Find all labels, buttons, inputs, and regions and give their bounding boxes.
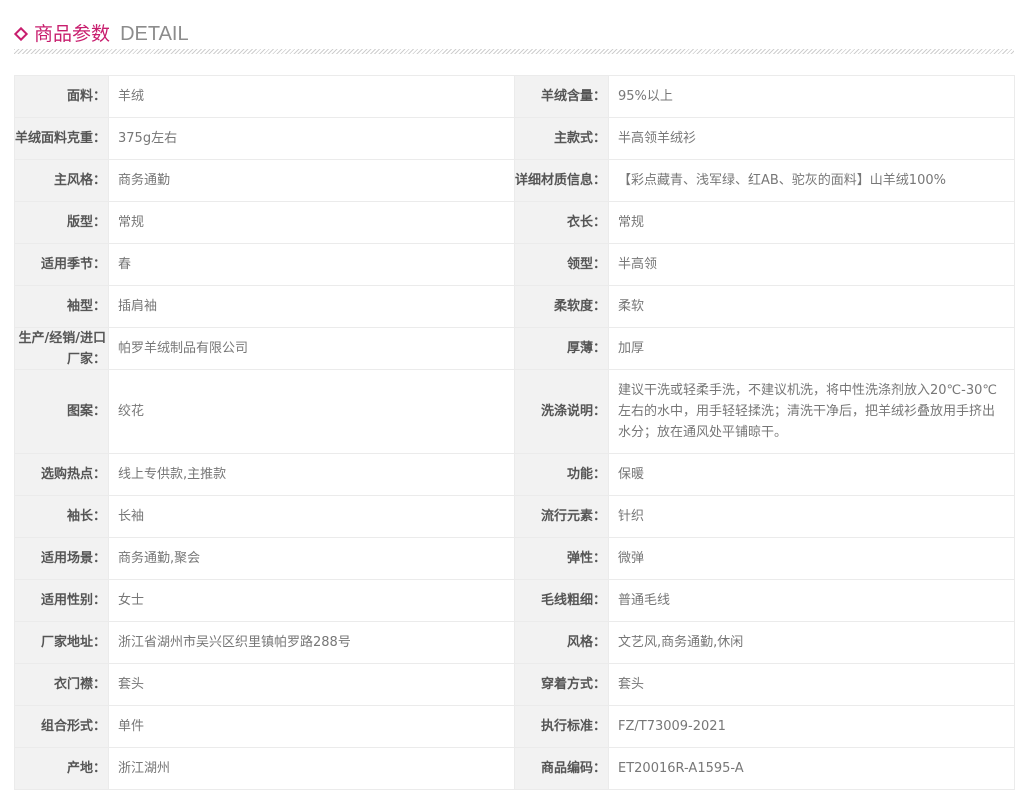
- param-value: 线上专供款,主推款: [109, 454, 515, 495]
- param-value: FZ/T73009-2021: [609, 706, 1015, 747]
- param-label: 穿着方式：: [515, 664, 609, 705]
- param-value: 微弹: [609, 538, 1015, 579]
- table-row: 适用性别： 女士 毛线粗细： 普通毛线: [15, 580, 1015, 622]
- param-value: 半高领羊绒衫: [609, 118, 1015, 159]
- param-value: 浙江省湖州市吴兴区织里镇帕罗路288号: [109, 622, 515, 663]
- table-row: 袖型： 插肩袖 柔软度： 柔软: [15, 286, 1015, 328]
- param-label: 衣长：: [515, 202, 609, 243]
- param-label: 袖型：: [15, 286, 109, 327]
- param-value: 套头: [109, 664, 515, 705]
- param-value: 保暖: [609, 454, 1015, 495]
- section-title: 商品参数 DETAIL: [34, 21, 189, 47]
- param-label: 主款式：: [515, 118, 609, 159]
- table-row: 主风格： 商务通勤 详细材质信息： 【彩点藏青、浅军绿、红AB、驼灰的面料】山羊绒10…: [15, 160, 1015, 202]
- param-label: 袖长：: [15, 496, 109, 537]
- table-row: 版型： 常规 衣长： 常规: [15, 202, 1015, 244]
- product-detail-section: 商品参数 DETAIL 面料： 羊绒 羊绒含量： 95%以上 羊绒面料克重： 375g左右…: [0, 0, 1026, 792]
- table-row: 适用场景： 商务通勤,聚会 弹性： 微弹: [15, 538, 1015, 580]
- table-row: 袖长： 长袖 流行元素： 针织: [15, 496, 1015, 538]
- param-value: 帕罗羊绒制品有限公司: [109, 328, 515, 369]
- param-label: 产地：: [15, 748, 109, 789]
- table-row: 面料： 羊绒 羊绒含量： 95%以上: [15, 76, 1015, 118]
- param-label: 毛线粗细：: [515, 580, 609, 621]
- param-label: 领型：: [515, 244, 609, 285]
- param-label: 厂家地址：: [15, 622, 109, 663]
- param-label: 主风格：: [15, 160, 109, 201]
- param-value: 加厚: [609, 328, 1015, 369]
- table-row: 适用季节：春领型： 半高领: [15, 244, 1015, 286]
- striped-divider: [14, 49, 1014, 54]
- param-value: 建议干洗或轻柔手洗，不建议机洗，将中性洗涤剂放入20℃-30℃左右的水中，用手轻…: [609, 370, 1015, 453]
- table-row: 组合形式： 单件 执行标准： FZ/T73009-2021: [15, 706, 1015, 748]
- param-label: 羊绒含量：: [515, 76, 609, 117]
- param-value: 常规: [109, 202, 515, 243]
- param-value: 套头: [609, 664, 1015, 705]
- table-row: 生产/经销/进口厂家： 帕罗羊绒制品有限公司 厚薄： 加厚: [15, 328, 1015, 370]
- param-label: 洗涤说明：: [515, 370, 609, 453]
- table-row: 羊绒面料克重： 375g左右 主款式： 半高领羊绒衫: [15, 118, 1015, 160]
- param-value: 普通毛线: [609, 580, 1015, 621]
- param-value: 【彩点藏青、浅军绿、红AB、驼灰的面料】山羊绒100%: [609, 160, 1015, 201]
- param-label: 风格：: [515, 622, 609, 663]
- table-row: 产地： 浙江湖州 商品编码： ET20016R-A1595-A: [15, 748, 1015, 790]
- param-label: 组合形式：: [15, 706, 109, 747]
- param-label: 厚薄：: [515, 328, 609, 369]
- table-row: 衣门襟： 套头 穿着方式： 套头: [15, 664, 1015, 706]
- param-value: 女士: [109, 580, 515, 621]
- param-label: 适用场景：: [15, 538, 109, 579]
- section-header: 商品参数 DETAIL: [13, 20, 1014, 50]
- param-label: 羊绒面料克重：: [15, 118, 109, 159]
- param-label: 衣门襟：: [15, 664, 109, 705]
- param-label: 功能：: [515, 454, 609, 495]
- param-label: 适用性别：: [15, 580, 109, 621]
- param-value: 半高领: [609, 244, 1015, 285]
- param-value: 羊绒: [109, 76, 515, 117]
- param-label: 面料：: [15, 76, 109, 117]
- param-value: 商务通勤,聚会: [109, 538, 515, 579]
- param-value: 绞花: [109, 370, 515, 453]
- param-label: 适用季节：: [15, 244, 109, 285]
- param-value: 商务通勤: [109, 160, 515, 201]
- diamond-icon: [13, 26, 29, 42]
- param-value: 95%以上: [609, 76, 1015, 117]
- param-value: 春: [109, 244, 515, 285]
- param-value: 浙江湖州: [109, 748, 515, 789]
- table-row: 厂家地址： 浙江省湖州市吴兴区织里镇帕罗路288号 风格： 文艺风,商务通勤,休闲: [15, 622, 1015, 664]
- param-label: 商品编码：: [515, 748, 609, 789]
- section-title-en: DETAIL: [120, 23, 189, 45]
- param-value: 插肩袖: [109, 286, 515, 327]
- param-value: 单件: [109, 706, 515, 747]
- param-value: 常规: [609, 202, 1015, 243]
- param-value: 375g左右: [109, 118, 515, 159]
- param-label: 版型：: [15, 202, 109, 243]
- param-value: 文艺风,商务通勤,休闲: [609, 622, 1015, 663]
- param-label: 流行元素：: [515, 496, 609, 537]
- section-title-cn: 商品参数: [34, 23, 111, 45]
- param-value: 柔软: [609, 286, 1015, 327]
- param-value: ET20016R-A1595-A: [609, 748, 1015, 789]
- params-table: 面料： 羊绒 羊绒含量： 95%以上 羊绒面料克重： 375g左右 主款式： 半高领羊绒衫 主风…: [14, 75, 1015, 790]
- param-label: 柔软度：: [515, 286, 609, 327]
- table-row: 图案： 绞花 洗涤说明： 建议干洗或轻柔手洗，不建议机洗，将中性洗涤剂放入20℃-30…: [15, 370, 1015, 454]
- param-value: 针织: [609, 496, 1015, 537]
- param-label: 弹性：: [515, 538, 609, 579]
- param-label: 选购热点：: [15, 454, 109, 495]
- param-label: 生产/经销/进口厂家：: [15, 328, 109, 369]
- table-row: 选购热点： 线上专供款,主推款 功能： 保暖: [15, 454, 1015, 496]
- param-label: 图案：: [15, 370, 109, 453]
- param-label: 执行标准：: [515, 706, 609, 747]
- param-label: 详细材质信息：: [515, 160, 609, 201]
- param-value: 长袖: [109, 496, 515, 537]
